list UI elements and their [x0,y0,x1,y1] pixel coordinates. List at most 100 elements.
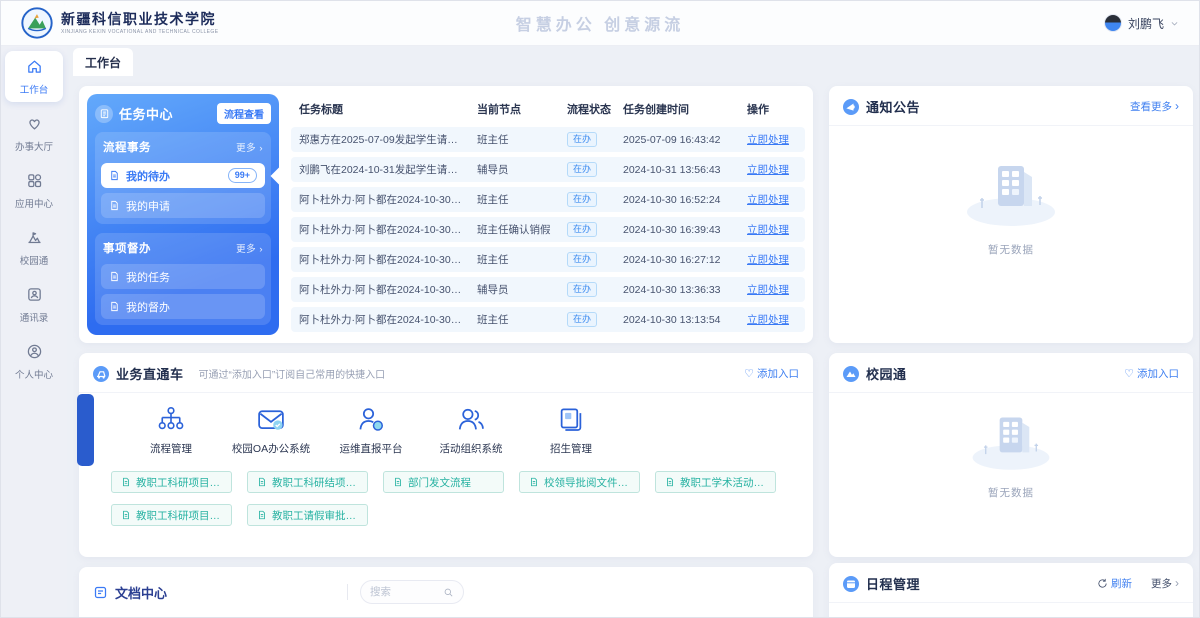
app-shortcut[interactable]: 活动组织系统 [421,405,521,456]
file-icon [109,200,120,211]
task-title: 阿卜杜外力·阿卜都在2024-10-30发起学生请假… [299,192,467,207]
quick-link-label: 教职工科研项目… [136,508,220,523]
search-icon[interactable] [443,587,454,598]
campus-add-entry-link[interactable]: ♡添加入口 [1124,366,1179,381]
handle-now-link[interactable]: 立即处理 [747,194,789,206]
task-center-item-label: 我的任务 [126,269,170,285]
quick-links: 教职工科研项目… 教职工科研结项… 部门发文流程 校领导批阅文件… 教职工学术活… [111,471,801,526]
vertical-tab[interactable] [77,394,94,466]
supervise-more-link[interactable]: 更多 › [236,241,263,255]
task-time: 2024-10-30 16:52:24 [623,194,737,206]
sidebar-item-icon [26,286,43,306]
handle-now-link[interactable]: 立即处理 [747,284,789,296]
file-icon [121,510,131,520]
search-input[interactable] [370,586,436,598]
quick-link-button[interactable]: 教职工科研结项… [247,471,368,493]
sidebar-item-label: 个人中心 [15,366,53,380]
file-icon [665,477,675,487]
logo: 新疆科信职业技术学院 XINJIANG KEXIN VOCATIONAL AND… [21,7,218,39]
app-shortcut[interactable]: 流程管理 [121,405,221,456]
task-center-item[interactable]: 我的待办 99+ [101,163,265,188]
user-menu[interactable]: 刘鹏飞 [1104,14,1179,32]
handle-now-link[interactable]: 立即处理 [747,164,789,176]
chevron-down-icon [1170,19,1179,28]
campus-title: 校园通 [866,364,907,383]
business-express-card: 业务直通车 可通过“添加入口”订阅自己常用的快捷入口 ♡添加入口 流程管理 校园… [79,353,813,557]
quick-link-label: 教职工科研结项… [272,475,356,490]
app-shortcut[interactable]: 校园OA办公系统 [221,405,321,456]
sidebar-item-icon [26,343,43,363]
notice-panel: 通知公告 查看更多 暂无数据 [829,86,1193,343]
handle-now-link[interactable]: 立即处理 [747,224,789,236]
file-icon [257,510,267,520]
panel-notch [271,168,288,185]
campus-empty-state: 暂无数据 [829,393,1193,500]
heart-icon: ♡ [1124,367,1134,380]
quick-link-button[interactable]: 校领导批阅文件… [519,471,640,493]
supervise-section-title: 事项督办 [103,240,151,256]
task-node: 辅导员 [477,162,557,177]
sidebar-item[interactable]: 个人中心 [5,336,63,387]
file-icon [529,477,539,487]
task-center-icon [95,105,113,123]
handle-now-link[interactable]: 立即处理 [747,314,789,326]
sidebar-item[interactable]: 办事大厅 [5,108,63,159]
college-name-en: XINJIANG KEXIN VOCATIONAL AND TECHNICAL … [61,29,218,35]
quick-link-label: 校领导批阅文件… [544,475,628,490]
task-center-item-label: 我的待办 [126,168,170,184]
app-shortcut-icon [256,405,286,435]
schedule-refresh-link[interactable]: 刷新 [1097,576,1132,591]
schedule-more-link[interactable]: 更多 [1151,576,1179,591]
task-center-item[interactable]: 我的申请 [101,193,265,218]
flow-view-button[interactable]: 流程查看 [217,103,271,124]
app-shortcuts: 流程管理 校园OA办公系统 运维直报平台 活动组织系统 招生管理 [121,405,813,456]
notice-more-link[interactable]: 查看更多 [1130,99,1179,114]
status-badge: 在办 [567,282,597,297]
app-header: 新疆科信职业技术学院 XINJIANG KEXIN VOCATIONAL AND… [1,1,1199,45]
app-shortcut-label: 招生管理 [550,441,592,456]
sidebar-item[interactable]: 通讯录 [5,279,63,330]
refresh-icon [1097,578,1108,589]
app-shortcut-label: 流程管理 [150,441,192,456]
task-time: 2024-10-31 13:56:43 [623,164,737,176]
smart-office-portal: 新疆科信职业技术学院 XINJIANG KEXIN VOCATIONAL AND… [0,0,1200,618]
task-node: 班主任 [477,312,557,327]
task-title: 阿卜杜外力·阿卜都在2024-10-30发起学生请假… [299,282,467,297]
file-icon [109,271,120,282]
sidebar-item[interactable]: 校园通 [5,222,63,273]
app-shortcut[interactable]: 招生管理 [521,405,621,456]
handle-now-link[interactable]: 立即处理 [747,254,789,266]
quick-link-button[interactable]: 教职工学术活动… [655,471,776,493]
quick-link-button[interactable]: 教职工科研项目… [111,471,232,493]
task-center-panel: 任务中心 流程查看 流程事务 更多 › 我的待办 99+ [87,94,279,335]
file-icon [121,477,131,487]
tab-workbench[interactable]: 工作台 [73,48,133,76]
table-row: 刘鹏飞在2024-10-31发起学生请假审批 辅导员 在办 2024-10-31… [291,157,805,182]
task-time: 2024-10-30 13:36:33 [623,284,737,296]
vertical-tab[interactable] [77,476,94,548]
status-badge: 在办 [567,252,597,267]
sidebar-item-icon [26,172,43,192]
status-badge: 在办 [567,222,597,237]
express-subtitle: 可通过“添加入口”订阅自己常用的快捷入口 [199,366,738,381]
quick-link-button[interactable]: 教职工科研项目… [111,504,232,526]
file-icon [109,170,120,181]
status-badge: 在办 [567,192,597,207]
quick-link-label: 教职工请假审批… [272,508,356,523]
flow-more-link[interactable]: 更多 › [236,140,263,154]
express-add-entry-link[interactable]: ♡添加入口 [744,366,799,381]
sidebar-item-label: 办事大厅 [15,138,53,152]
sidebar-item[interactable]: 工作台 [5,51,63,102]
sidebar-item[interactable]: 应用中心 [5,165,63,216]
task-center-item[interactable]: 我的督办 [101,294,265,319]
app-shortcut[interactable]: 运维直报平台 [321,405,421,456]
empty-text: 暂无数据 [988,485,1034,500]
quick-link-button[interactable]: 教职工请假审批… [247,504,368,526]
task-table-header: 任务标题 当前节点 流程状态 任务创建时间 操作 [291,96,805,122]
schedule-panel: 日程管理 刷新 更多 [829,563,1193,618]
handle-now-link[interactable]: 立即处理 [747,134,789,146]
quick-link-button[interactable]: 部门发文流程 [383,471,504,493]
schedule-title: 日程管理 [866,574,920,593]
task-center-item[interactable]: 我的任务 [101,264,265,289]
campus-panel: 校园通 ♡添加入口 暂无数据 [829,353,1193,557]
